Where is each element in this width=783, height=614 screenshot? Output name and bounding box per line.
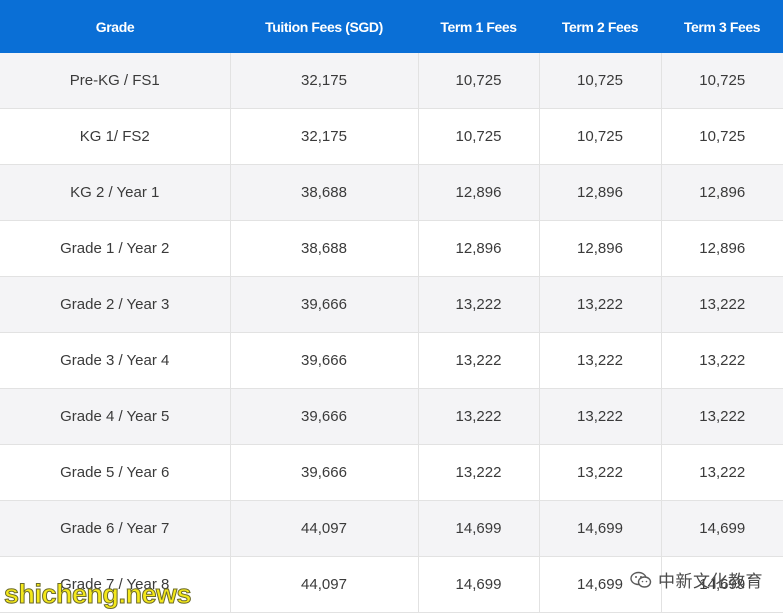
- cell-term-2-fees: 12,896: [539, 164, 662, 221]
- cell-tuition-fees: 32,175: [230, 53, 419, 109]
- cell-grade: KG 1/ FS2: [0, 108, 231, 165]
- cell-term-2-fees: 14,699: [539, 500, 662, 557]
- cell-term-2-fees: 10,725: [539, 108, 662, 165]
- cell-term-2-fees: 14,699: [539, 556, 662, 613]
- header-grade: Grade: [0, 0, 230, 53]
- table-row: Grade 2 / Year 3 39,666 13,222 13,222 13,222: [0, 276, 783, 333]
- cell-term-2-fees: 13,222: [539, 388, 662, 445]
- cell-term-1-fees: 10,725: [418, 53, 540, 109]
- cell-grade: Grade 4 / Year 5: [0, 388, 231, 445]
- table-row: Grade 7 / Year 8 44,097 14,699 14,699 14,699: [0, 556, 783, 613]
- cell-term-3-fees: 12,896: [661, 164, 783, 221]
- header-tuition-fees: Tuition Fees (SGD): [230, 0, 418, 53]
- cell-term-1-fees: 14,699: [418, 500, 540, 557]
- cell-term-1-fees: 13,222: [418, 332, 540, 389]
- header-row: Grade Tuition Fees (SGD) Term 1 Fees Ter…: [0, 0, 783, 53]
- cell-term-3-fees: 13,222: [661, 276, 783, 333]
- cell-tuition-fees: 44,097: [230, 556, 419, 613]
- cell-term-3-fees: 13,222: [661, 388, 783, 445]
- table-body: Pre-KG / FS1 32,175 10,725 10,725 10,725 KG 1…: [0, 53, 783, 613]
- cell-tuition-fees: 39,666: [230, 332, 419, 389]
- cell-grade: Grade 7 / Year 8: [0, 556, 231, 613]
- table-row: KG 1/ FS2 32,175 10,725 10,725 10,725: [0, 108, 783, 165]
- cell-term-2-fees: 13,222: [539, 444, 662, 501]
- cell-grade: Pre-KG / FS1: [0, 53, 231, 109]
- cell-term-2-fees: 12,896: [539, 220, 662, 277]
- cell-term-1-fees: 14,699: [418, 556, 540, 613]
- cell-term-1-fees: 12,896: [418, 164, 540, 221]
- cell-term-1-fees: 10,725: [418, 108, 540, 165]
- cell-term-3-fees: 12,896: [661, 220, 783, 277]
- cell-term-2-fees: 13,222: [539, 276, 662, 333]
- cell-grade: Grade 6 / Year 7: [0, 500, 231, 557]
- header-term-1-fees: Term 1 Fees: [418, 0, 539, 53]
- cell-term-3-fees: 13,222: [661, 444, 783, 501]
- cell-term-3-fees: 13,222: [661, 332, 783, 389]
- table-row: Grade 3 / Year 4 39,666 13,222 13,222 13,222: [0, 332, 783, 389]
- cell-term-3-fees: 14,699: [661, 500, 783, 557]
- header-term-3-fees: Term 3 Fees: [661, 0, 783, 53]
- cell-grade: Grade 2 / Year 3: [0, 276, 231, 333]
- cell-term-1-fees: 13,222: [418, 276, 540, 333]
- cell-grade: Grade 1 / Year 2: [0, 220, 231, 277]
- cell-tuition-fees: 38,688: [230, 164, 419, 221]
- cell-tuition-fees: 44,097: [230, 500, 419, 557]
- cell-term-2-fees: 13,222: [539, 332, 662, 389]
- cell-term-1-fees: 12,896: [418, 220, 540, 277]
- cell-tuition-fees: 39,666: [230, 444, 419, 501]
- cell-tuition-fees: 39,666: [230, 276, 419, 333]
- cell-tuition-fees: 39,666: [230, 388, 419, 445]
- cell-tuition-fees: 32,175: [230, 108, 419, 165]
- cell-term-1-fees: 13,222: [418, 388, 540, 445]
- table-row: Pre-KG / FS1 32,175 10,725 10,725 10,725: [0, 53, 783, 109]
- table-header: Grade Tuition Fees (SGD) Term 1 Fees Ter…: [0, 0, 783, 53]
- cell-term-2-fees: 10,725: [539, 53, 662, 109]
- cell-term-3-fees: 14,699: [661, 556, 783, 613]
- table-row: Grade 4 / Year 5 39,666 13,222 13,222 13,222: [0, 388, 783, 445]
- table-row: Grade 6 / Year 7 44,097 14,699 14,699 14,699: [0, 500, 783, 557]
- cell-term-3-fees: 10,725: [661, 108, 783, 165]
- fees-table: Grade Tuition Fees (SGD) Term 1 Fees Ter…: [0, 0, 783, 613]
- cell-grade: Grade 5 / Year 6: [0, 444, 231, 501]
- cell-term-1-fees: 13,222: [418, 444, 540, 501]
- table-row: KG 2 / Year 1 38,688 12,896 12,896 12,896: [0, 164, 783, 221]
- cell-grade: Grade 3 / Year 4: [0, 332, 231, 389]
- cell-tuition-fees: 38,688: [230, 220, 419, 277]
- table-row: Grade 1 / Year 2 38,688 12,896 12,896 12,896: [0, 220, 783, 277]
- cell-term-3-fees: 10,725: [661, 53, 783, 109]
- header-term-2-fees: Term 2 Fees: [539, 0, 661, 53]
- cell-grade: KG 2 / Year 1: [0, 164, 231, 221]
- table-row: Grade 5 / Year 6 39,666 13,222 13,222 13,222: [0, 444, 783, 501]
